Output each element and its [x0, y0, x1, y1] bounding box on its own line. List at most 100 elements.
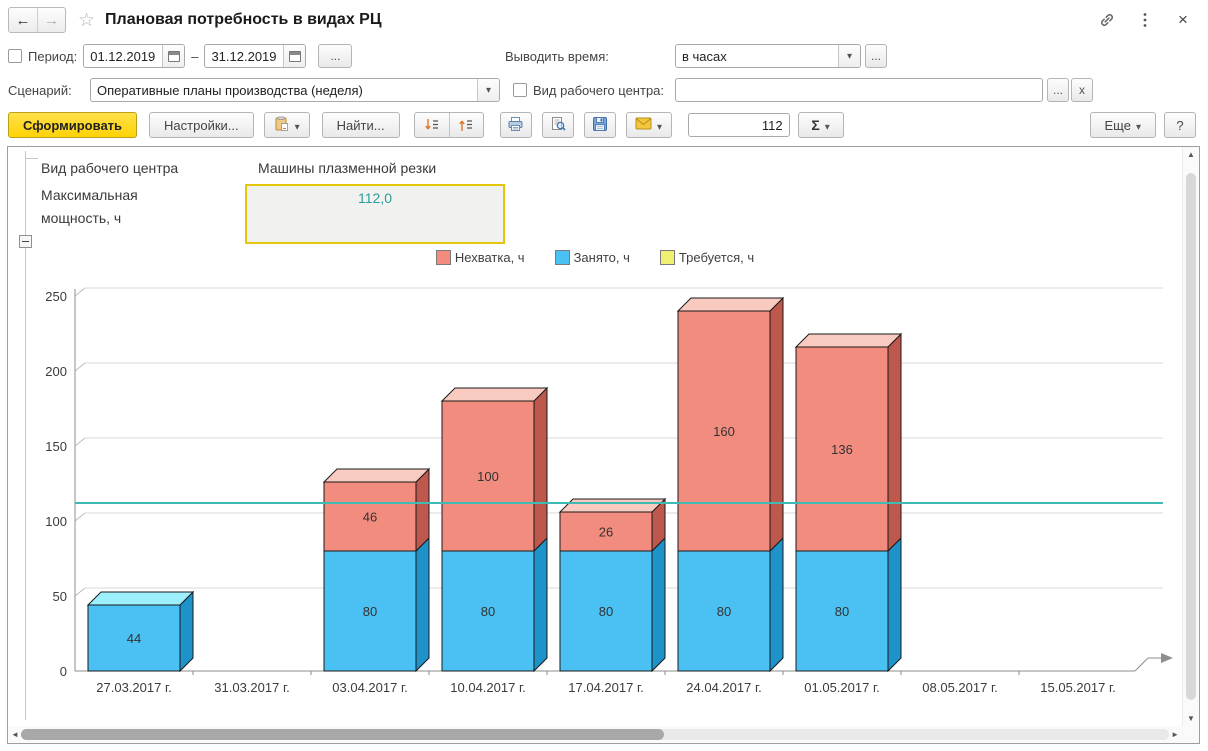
x-axis-label: 01.05.2017 г. — [804, 680, 879, 695]
period-from-input[interactable] — [84, 45, 162, 67]
chevron-down-icon — [825, 118, 830, 133]
capacity-chart: 05010015020025027.03.2017 г.4431.03.2017… — [35, 281, 1181, 712]
horizontal-scroll-thumb[interactable] — [21, 729, 664, 740]
grouping-strip — [8, 147, 38, 726]
vertical-scrollbar[interactable] — [1182, 147, 1199, 726]
period-to-input[interactable] — [205, 45, 283, 67]
app-window: Плановая потребность в видах РЦ Период: … — [0, 0, 1208, 751]
work-center-checkbox[interactable] — [513, 83, 527, 97]
sort-ascending-button[interactable] — [449, 113, 483, 137]
bar-group: 80 26 — [560, 499, 665, 671]
bar-group: 80100 — [442, 388, 547, 671]
bar-value-label: 26 — [599, 525, 613, 540]
bar-group: 80160 — [678, 298, 783, 671]
vertical-scroll-thumb[interactable] — [1186, 173, 1196, 700]
bar-side-face — [888, 538, 901, 671]
get-link-icon[interactable] — [1098, 11, 1116, 29]
bar-value-label: 80 — [481, 604, 495, 619]
y-axis-label: 150 — [45, 439, 67, 454]
legend-swatch — [555, 250, 570, 265]
y-axis-label: 50 — [53, 589, 67, 604]
count-field[interactable] — [688, 113, 790, 137]
scenario-input[interactable] — [91, 79, 477, 101]
horizontal-scrollbar[interactable] — [8, 726, 1182, 743]
legend-label: Нехватка, ч — [455, 250, 525, 265]
scroll-down-icon[interactable] — [1183, 714, 1199, 723]
bar-side-face — [888, 334, 901, 551]
forward-button[interactable] — [37, 8, 65, 32]
more-menu-icon[interactable] — [1136, 11, 1154, 29]
period-more-button[interactable]: ... — [318, 44, 352, 68]
bar-value-label: 80 — [363, 604, 377, 619]
x-axis-label: 24.04.2017 г. — [686, 680, 761, 695]
scroll-left-icon[interactable] — [11, 730, 19, 739]
sum-button[interactable]: Σ — [798, 112, 844, 138]
bar-top-face — [442, 388, 547, 401]
x-axis-label: 15.05.2017 г. — [1040, 680, 1115, 695]
y-tick — [75, 513, 85, 521]
bar-top-face — [678, 298, 783, 311]
y-tick — [75, 438, 85, 446]
scroll-up-icon[interactable] — [1183, 150, 1199, 159]
display-time-more-button[interactable]: ... — [865, 44, 887, 68]
help-button[interactable]: ? — [1164, 112, 1196, 138]
x-axis-label: 08.05.2017 г. — [922, 680, 997, 695]
clipboard-icon — [274, 116, 290, 135]
report-toolbar: Сформировать Настройки... Найти... — [0, 111, 1208, 139]
bar-top-face — [324, 469, 429, 482]
bar-top-face — [88, 592, 193, 605]
period-checkbox[interactable] — [8, 49, 22, 63]
display-time-input[interactable] — [676, 45, 838, 67]
sigma-icon: Σ — [811, 117, 819, 133]
chevron-down-icon[interactable] — [477, 79, 499, 101]
bar-side-face — [770, 298, 783, 551]
sort-descending-button[interactable] — [415, 113, 449, 137]
more-button[interactable]: Еще — [1090, 112, 1156, 138]
work-center-input[interactable] — [676, 79, 1042, 101]
settings-button[interactable]: Настройки... — [149, 112, 254, 138]
y-axis-label: 100 — [45, 514, 67, 529]
x-axis-label: 17.04.2017 г. — [568, 680, 643, 695]
collapse-group-icon[interactable] — [19, 235, 32, 248]
grouping-bracket — [25, 158, 38, 159]
favorite-star-icon[interactable] — [78, 9, 95, 32]
generate-button[interactable]: Сформировать — [8, 112, 137, 138]
bar-side-face — [534, 538, 547, 671]
calendar-icon[interactable] — [162, 45, 184, 67]
scenario-label: Сценарий: — [8, 83, 72, 98]
max-power-cell[interactable]: 112,0 — [245, 184, 505, 244]
scroll-right-icon[interactable] — [1171, 730, 1179, 739]
y-axis-label: 0 — [60, 664, 67, 679]
bar-value-label: 46 — [363, 510, 377, 525]
work-center-more-button[interactable]: ... — [1047, 78, 1069, 102]
send-email-button[interactable] — [626, 112, 672, 138]
filter-row-scenario: Сценарий: Вид рабочего центра: ... x — [0, 77, 1208, 103]
bar-value-label: 80 — [599, 604, 613, 619]
find-button[interactable]: Найти... — [322, 112, 400, 138]
bar-top-face — [796, 334, 901, 347]
bar-side-face — [180, 592, 193, 671]
max-power-label: Максимальная мощность, ч — [41, 184, 201, 230]
work-center-clear-button[interactable]: x — [1071, 78, 1093, 102]
y-tick — [75, 363, 85, 371]
chevron-down-icon[interactable] — [838, 45, 860, 67]
bar-value-label: 80 — [835, 604, 849, 619]
print-button[interactable] — [500, 112, 532, 138]
bar-side-face — [416, 538, 429, 671]
report-variants-button[interactable] — [264, 112, 310, 138]
envelope-icon — [635, 117, 652, 133]
print-preview-button[interactable] — [542, 112, 574, 138]
work-center-type-value: Машины плазменной резки — [258, 160, 436, 176]
save-button[interactable] — [584, 112, 616, 138]
calendar-icon[interactable] — [283, 45, 305, 67]
back-button[interactable] — [9, 8, 37, 32]
bar-side-face — [652, 538, 665, 671]
y-tick — [75, 288, 85, 296]
y-tick — [75, 588, 85, 596]
filter-row-period: Период: – ... Выводить время: ... — [0, 43, 1208, 69]
horizontal-scroll-track[interactable] — [21, 729, 1169, 740]
close-icon[interactable] — [1174, 11, 1192, 29]
x-axis-label: 31.03.2017 г. — [214, 680, 289, 695]
legend-swatch — [436, 250, 451, 265]
bar-group: 80 46 — [324, 469, 429, 671]
